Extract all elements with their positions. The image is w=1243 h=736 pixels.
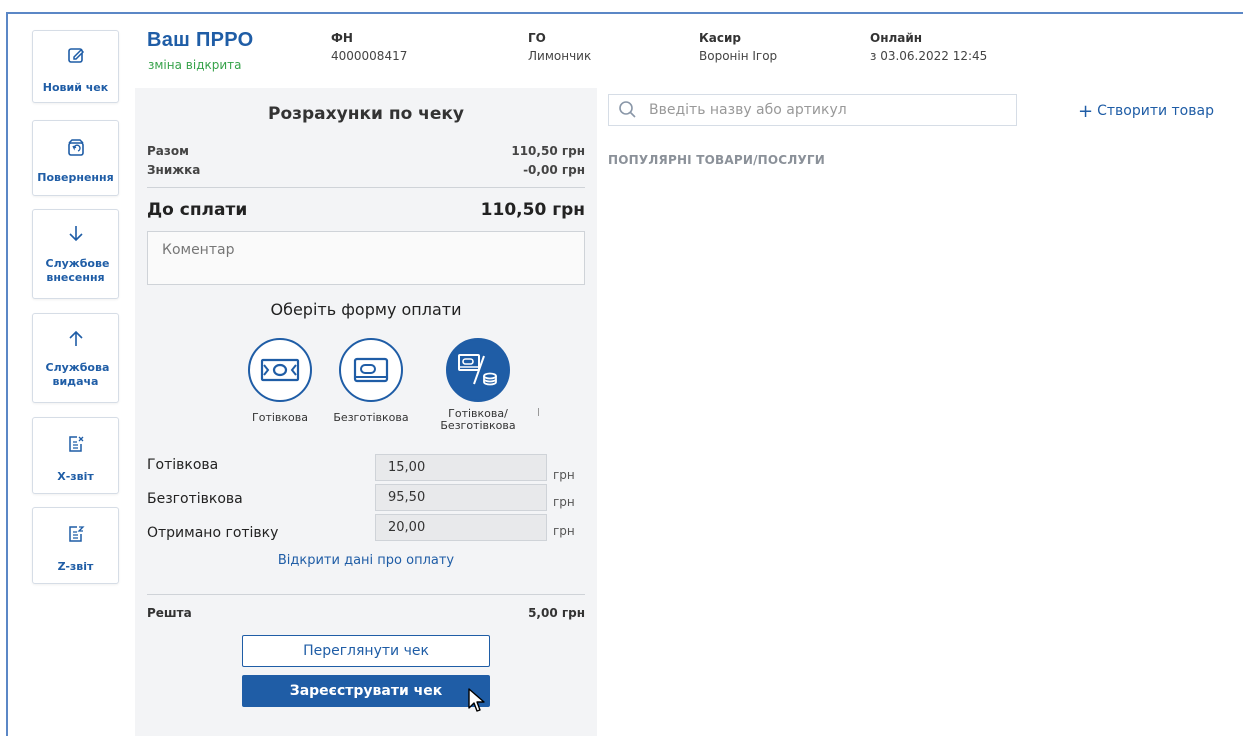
mixed-payment-icon [458, 354, 497, 386]
create-product-label: Створити товар [1097, 103, 1214, 119]
z-report-icon [68, 526, 85, 542]
service-deposit-button[interactable]: Службове внесення [32, 209, 119, 299]
received-cash-unit: грн [553, 524, 575, 538]
card-caption: Безготівкова [333, 411, 409, 424]
fn-label: ФН [331, 31, 353, 45]
card-amount-unit: грн [553, 495, 575, 509]
return-label: Повернення [37, 171, 114, 184]
return-button[interactable]: Повернення [32, 120, 119, 196]
open-payment-details-link[interactable]: Відкрити дані про оплату [135, 553, 597, 568]
cashier-label: Касир [699, 31, 742, 45]
change-value: 5,00 грн [528, 606, 585, 620]
receipt-title: Розрахунки по чеку [268, 104, 464, 124]
register-receipt-button[interactable]: Зареєструвати чек [242, 675, 490, 707]
due-row: До сплати 110,50 грн [147, 200, 585, 220]
service-deposit-label: Службове внесення [45, 257, 110, 284]
payment-cash-option[interactable]: Готівкова [230, 338, 330, 424]
discount-label: Знижка [147, 163, 201, 177]
discount-value: -0,00 грн [523, 163, 585, 177]
create-product-button[interactable]: + Створити товар [1078, 101, 1214, 122]
x-report-label: Х-звіт [57, 470, 94, 483]
mouse-cursor-icon [468, 688, 485, 712]
plus-icon: + [1078, 101, 1094, 122]
due-label: До сплати [147, 200, 248, 220]
x-report-button[interactable]: Х-звіт [32, 417, 119, 494]
online-value: з 03.06.2022 12:45 [870, 49, 988, 63]
fn-value: 4000008417 [331, 49, 408, 63]
go-label: ГО [528, 31, 546, 45]
discount-row: Знижка -0,00 грн [147, 163, 585, 177]
cash-amount-unit: грн [553, 468, 575, 482]
due-value: 110,50 грн [480, 200, 585, 220]
cash-caption: Готівкова [252, 411, 308, 424]
total-label: Разом [147, 144, 189, 158]
payment-card-option[interactable]: Безготівкова [321, 338, 421, 424]
shift-status: зміна відкрита [148, 58, 242, 72]
cashier-value: Воронін Ігор [699, 49, 778, 63]
mixed-caption-line2: Безготівкова [440, 419, 516, 432]
payment-title: Оберіть форму оплати [270, 300, 462, 319]
z-report-button[interactable]: Z-звіт [32, 507, 119, 584]
total-value: 110,50 грн [511, 144, 585, 158]
popular-products-heading: ПОПУЛЯРНІ ТОВАРИ/ПОСЛУГИ [608, 153, 826, 167]
go-value: Лимончик [528, 49, 592, 63]
new-receipt-label: Новий чек [42, 81, 109, 94]
cash-icon [260, 358, 300, 382]
mixed-circle [446, 338, 510, 402]
change-label: Решта [147, 606, 192, 620]
received-cash-label: Отримано готівку [147, 525, 279, 541]
divider [147, 594, 585, 595]
cash-amount-input[interactable]: 15,00 [375, 454, 547, 481]
service-withdrawal-label: Службова видача [45, 361, 110, 388]
comment-field[interactable]: Коментар [147, 231, 585, 285]
scroll-tick [538, 408, 539, 416]
arrow-up-icon [68, 330, 83, 346]
cash-circle [248, 338, 312, 402]
brand-title: Ваш ПРРО [147, 29, 254, 51]
cash-amount-label: Готівкова [147, 457, 219, 473]
divider [147, 187, 585, 188]
total-row: Разом 110,50 грн [147, 144, 585, 158]
x-report-icon [68, 436, 83, 452]
arrow-down-icon [68, 226, 83, 242]
return-icon [67, 139, 84, 156]
received-cash-input[interactable]: 20,00 [375, 514, 547, 541]
view-receipt-button[interactable]: Переглянути чек [242, 635, 490, 667]
new-receipt-button[interactable]: Новий чек [32, 30, 119, 103]
product-search-input[interactable]: Введіть назву або артикул [608, 94, 1017, 126]
receipt-panel: Розрахунки по чеку Разом 110,50 грн Зниж… [135, 88, 597, 736]
payment-mixed-option[interactable]: Готівкова/ Безготівкова [428, 338, 528, 432]
card-amount-input[interactable]: 95,50 [375, 484, 547, 511]
edit-icon [67, 48, 84, 63]
service-withdrawal-button[interactable]: Службова видача [32, 313, 119, 403]
z-report-label: Z-звіт [57, 560, 94, 573]
card-circle [339, 338, 403, 402]
card-icon [353, 357, 389, 383]
mixed-caption: Готівкова/ Безготівкова [428, 408, 528, 432]
search-icon [619, 101, 636, 118]
online-label: Онлайн [870, 31, 923, 45]
change-row: Решта 5,00 грн [147, 606, 585, 620]
card-amount-label: Безготівкова [147, 491, 243, 507]
